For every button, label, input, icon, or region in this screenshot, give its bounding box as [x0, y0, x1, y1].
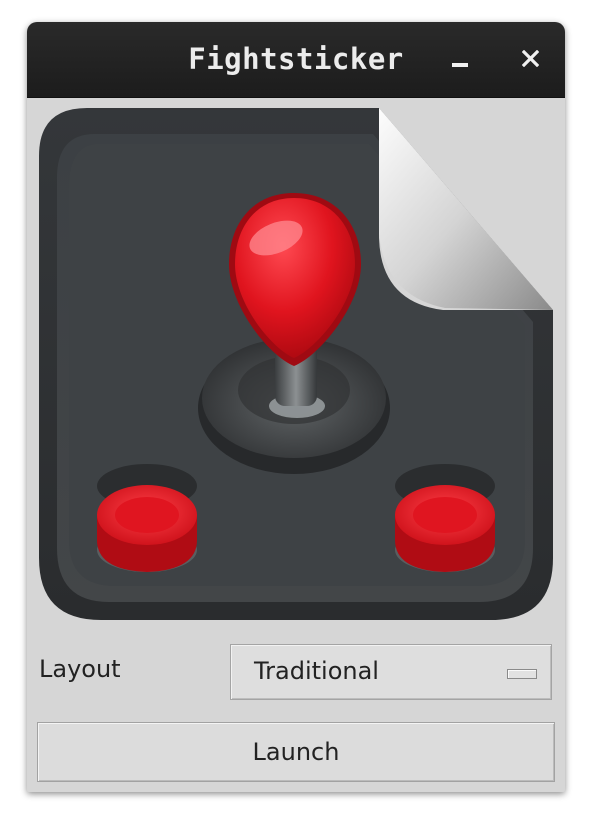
title-bar[interactable]: Fightsticker	[27, 22, 565, 98]
layout-label: Layout	[39, 655, 121, 683]
window-title: Fightsticker	[188, 42, 404, 76]
minimize-button[interactable]	[445, 44, 475, 74]
arcade-joystick-icon	[39, 108, 553, 620]
layout-select[interactable]: Traditional	[230, 644, 552, 700]
close-button[interactable]	[515, 44, 545, 74]
minimize-icon	[452, 63, 468, 67]
layout-select-value: Traditional	[254, 657, 379, 685]
app-window: Fightsticker Layout Traditional Launch	[27, 22, 565, 792]
launch-button[interactable]: Launch	[37, 722, 555, 782]
close-icon	[522, 50, 539, 67]
launch-button-label: Launch	[252, 738, 340, 766]
dropdown-indicator-icon	[507, 669, 537, 679]
